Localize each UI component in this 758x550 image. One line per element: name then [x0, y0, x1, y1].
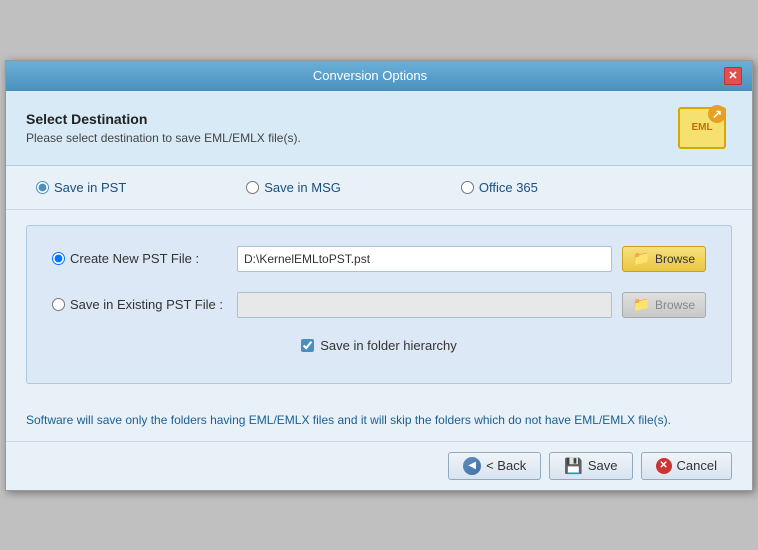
dialog-window: Conversion Options ✕ Select Destination … — [5, 60, 753, 491]
back-button[interactable]: ◀ < Back — [448, 452, 541, 480]
header-heading: Select Destination — [26, 111, 301, 127]
browse-existing-label: Browse — [655, 298, 695, 312]
save-pst-label[interactable]: Save in PST — [54, 180, 126, 195]
save-existing-radio[interactable] — [52, 298, 65, 311]
office365-radio[interactable] — [461, 181, 474, 194]
cancel-button[interactable]: ✕ Cancel — [641, 452, 732, 480]
folder-hierarchy-label[interactable]: Save in folder hierarchy — [320, 338, 457, 353]
radio-save-msg[interactable]: Save in MSG — [246, 180, 341, 195]
create-pst-row: Create New PST File : D:\\KernelEMLtoPST… — [52, 246, 706, 272]
main-content: Create New PST File : D:\\KernelEMLtoPST… — [6, 210, 752, 399]
save-button[interactable]: 💾 Save — [549, 452, 632, 480]
folder-hierarchy-checkbox[interactable] — [301, 339, 314, 352]
cancel-label: Cancel — [677, 458, 717, 473]
dialog-title: Conversion Options — [16, 68, 724, 83]
existing-pst-row: Save in Existing PST File : 📁 Browse — [52, 292, 706, 318]
close-button[interactable]: ✕ — [724, 67, 742, 85]
title-bar: Conversion Options ✕ — [6, 61, 752, 91]
existing-pst-input[interactable] — [237, 292, 612, 318]
save-label: Save — [588, 458, 618, 473]
folder-disabled-icon: 📁 — [633, 296, 650, 313]
header-text: Select Destination Please select destina… — [26, 111, 301, 145]
back-label: < Back — [486, 458, 526, 473]
existing-pst-label-group: Save in Existing PST File : — [52, 297, 227, 312]
header-section: Select Destination Please select destina… — [6, 91, 752, 166]
create-new-label[interactable]: Create New PST File : — [70, 251, 199, 266]
office365-label[interactable]: Office 365 — [479, 180, 538, 195]
header-subtext: Please select destination to save EML/EM… — [26, 131, 301, 145]
save-msg-radio[interactable] — [246, 181, 259, 194]
existing-pst-label[interactable]: Save in Existing PST File : — [70, 297, 223, 312]
back-icon: ◀ — [463, 457, 481, 475]
eml-arrow-icon: ↗ — [708, 105, 726, 123]
inner-box: Create New PST File : D:\\KernelEMLtoPST… — [26, 225, 732, 384]
eml-icon: EML ↗ — [678, 107, 726, 149]
footer: ◀ < Back 💾 Save ✕ Cancel — [6, 441, 752, 490]
info-text-content: Software will save only the folders havi… — [26, 413, 671, 427]
create-pst-label-group: Create New PST File : — [52, 251, 227, 266]
checkbox-row: Save in folder hierarchy — [52, 338, 706, 353]
save-msg-label[interactable]: Save in MSG — [264, 180, 341, 195]
folder-icon: 📁 — [633, 250, 650, 267]
eml-icon-container: EML ↗ — [672, 103, 732, 153]
cancel-icon: ✕ — [656, 458, 672, 474]
destination-options: Save in PST Save in MSG Office 365 — [6, 166, 752, 210]
radio-save-pst[interactable]: Save in PST — [36, 180, 126, 195]
save-icon: 💾 — [564, 457, 583, 475]
save-pst-radio[interactable] — [36, 181, 49, 194]
radio-office365[interactable]: Office 365 — [461, 180, 538, 195]
browse-create-label: Browse — [655, 252, 695, 266]
info-text: Software will save only the folders havi… — [6, 399, 752, 441]
browse-existing-button[interactable]: 📁 Browse — [622, 292, 706, 318]
eml-icon-label: EML — [691, 122, 712, 133]
create-new-radio[interactable] — [52, 252, 65, 265]
browse-create-button[interactable]: 📁 Browse — [622, 246, 706, 272]
create-pst-input[interactable]: D:\\KernelEMLtoPST.pst — [237, 246, 612, 272]
